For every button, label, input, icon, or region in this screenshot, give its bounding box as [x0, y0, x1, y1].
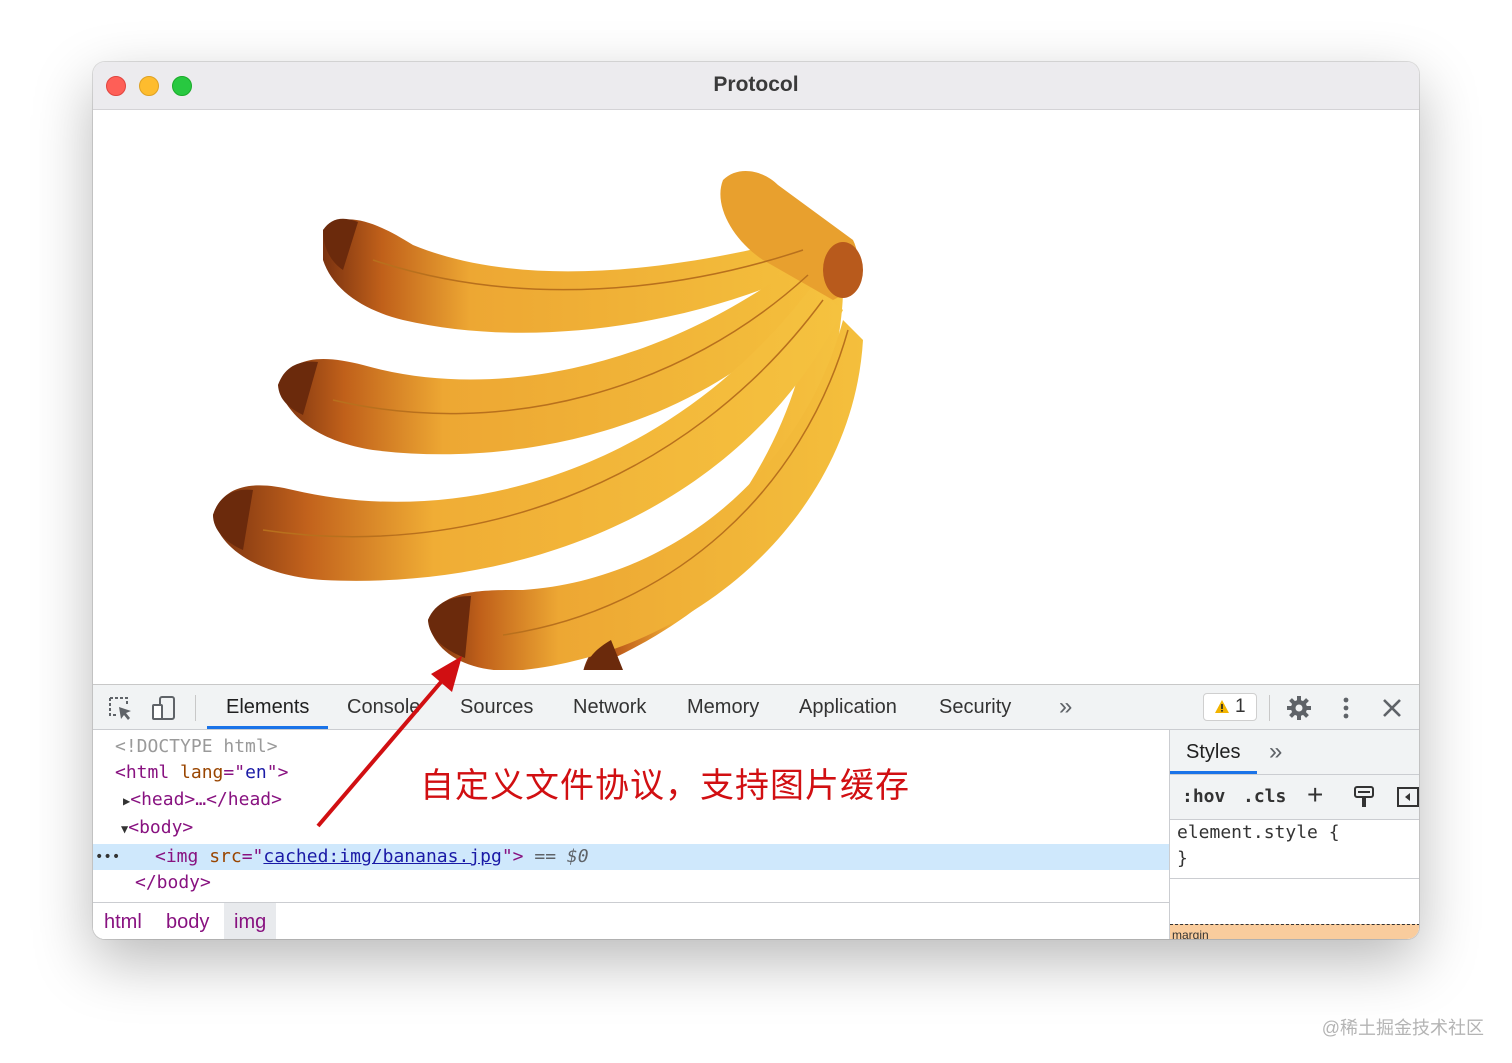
- img-src-link[interactable]: cached:img/bananas.jpg: [263, 846, 501, 867]
- styles-more-chevron-icon[interactable]: »: [1269, 730, 1282, 774]
- attr-eq: =": [241, 846, 264, 867]
- tab-network[interactable]: Network: [573, 685, 646, 729]
- body-open-line[interactable]: ▼<body>: [121, 815, 193, 841]
- bananas-image: [213, 170, 863, 670]
- hover-state-toggle[interactable]: :hov: [1182, 786, 1225, 807]
- paint-brush-icon[interactable]: [1352, 785, 1376, 809]
- breadcrumb: html body img: [93, 902, 1169, 939]
- devtools-toolbar: Elements Console Sources Network Memory …: [93, 685, 1419, 730]
- img-node-line[interactable]: <img src="cached:img/bananas.jpg"> == $0: [155, 844, 589, 870]
- devtools-panel: Elements Console Sources Network Memory …: [93, 684, 1419, 939]
- tab-elements[interactable]: Elements: [226, 685, 309, 729]
- warnings-badge[interactable]: 1: [1203, 693, 1257, 721]
- html-open-line[interactable]: <html lang="en">: [115, 760, 288, 786]
- attr-eq: =": [223, 762, 246, 783]
- new-rule-plus-icon[interactable]: +: [1307, 779, 1323, 811]
- inspect-element-icon[interactable]: [107, 695, 133, 721]
- toolbar-separator: [195, 695, 196, 721]
- styles-sidebar: Styles » :hov .cls + element.style {} m…: [1169, 730, 1419, 939]
- more-tabs-chevron-icon[interactable]: »: [1059, 685, 1072, 729]
- active-tab-indicator: [207, 726, 328, 729]
- head-tag: <head>…</head>: [130, 789, 282, 810]
- more-options-kebab-icon[interactable]: [1333, 695, 1359, 721]
- tab-sources[interactable]: Sources: [460, 685, 533, 729]
- console-ref: $0: [566, 846, 589, 867]
- warning-count: 1: [1235, 696, 1246, 717]
- app-window: Protocol Elements Console Sources Networ…: [93, 62, 1419, 939]
- annotation-text: 自定义文件协议，支持图片缓存: [420, 766, 910, 806]
- styles-filter-toolbar: :hov .cls +: [1170, 775, 1419, 820]
- tag-name: <img: [155, 846, 199, 867]
- styles-header: Styles »: [1170, 730, 1419, 775]
- body-close-line[interactable]: </body>: [135, 870, 211, 896]
- head-line[interactable]: ▶<head>…</head>: [123, 787, 282, 813]
- tag-close: ">: [501, 846, 524, 867]
- tag-close: ">: [266, 762, 289, 783]
- class-toggle[interactable]: .cls: [1243, 786, 1286, 807]
- rule-divider: [1170, 878, 1419, 879]
- tab-styles[interactable]: Styles: [1186, 730, 1240, 774]
- title-bar: Protocol: [93, 62, 1419, 110]
- attr-value: en: [245, 762, 267, 783]
- console-ref-eq: ==: [523, 846, 567, 867]
- toggle-sidebar-icon[interactable]: [1396, 785, 1419, 809]
- tag-name: <html: [115, 762, 170, 783]
- breadcrumb-body[interactable]: body: [166, 903, 209, 939]
- page-viewport: [93, 110, 1419, 684]
- style-rule-selector[interactable]: element.style {: [1177, 822, 1340, 843]
- tab-application[interactable]: Application: [799, 685, 897, 729]
- watermark: @稀土掘金技术社区: [1321, 1018, 1484, 1038]
- style-rule-close: }: [1177, 848, 1188, 869]
- row-actions-dots-icon[interactable]: •••: [95, 844, 120, 870]
- box-model-margin[interactable]: margin: [1170, 924, 1419, 939]
- breadcrumb-img[interactable]: img: [224, 903, 277, 939]
- banana-stem-end: [823, 242, 863, 298]
- settings-gear-icon[interactable]: [1286, 695, 1312, 721]
- breadcrumb-html[interactable]: html: [104, 903, 142, 939]
- tab-memory[interactable]: Memory: [687, 685, 759, 729]
- warning-icon: [1215, 700, 1229, 713]
- doctype-line[interactable]: <!DOCTYPE html>: [115, 734, 278, 760]
- close-devtools-icon[interactable]: [1379, 695, 1405, 721]
- toolbar-separator: [1269, 695, 1270, 721]
- body-tag: <body>: [128, 817, 194, 838]
- device-toolbar-icon[interactable]: [151, 695, 177, 721]
- styles-tab-indicator: [1170, 771, 1257, 774]
- tab-console[interactable]: Console: [347, 685, 420, 729]
- attr-name: src: [209, 846, 242, 867]
- window-title: Protocol: [713, 73, 799, 96]
- box-model-margin-label: margin: [1172, 928, 1209, 939]
- tab-security[interactable]: Security: [939, 685, 1011, 729]
- attr-name: lang: [180, 762, 224, 783]
